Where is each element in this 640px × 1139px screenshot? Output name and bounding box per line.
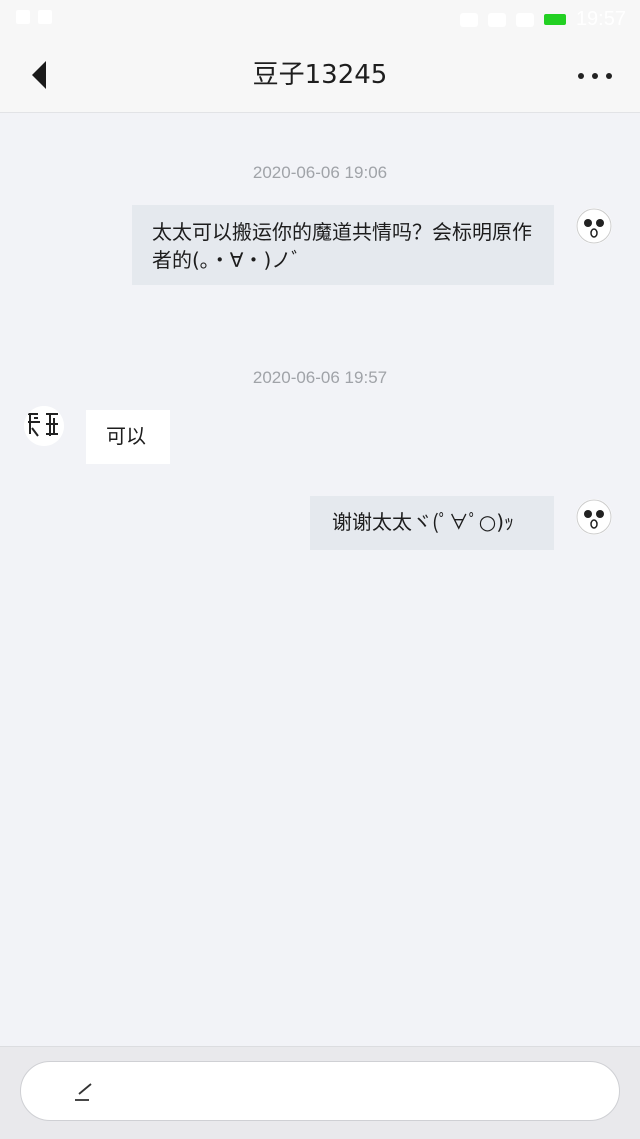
my-avatar[interactable] [576, 208, 612, 244]
page-title: 豆子13245 [252, 60, 388, 90]
notification-icon [16, 10, 30, 24]
more-dot [606, 73, 612, 79]
wifi-icon [487, 12, 506, 27]
chevron-left-icon [32, 61, 46, 89]
message-timestamp: 2020-06-06 19:57 [252, 368, 388, 387]
message-bubble-incoming[interactable]: 可以 [86, 410, 170, 464]
signal-icon [515, 12, 534, 27]
pen-icon [75, 1083, 92, 1101]
back-button[interactable] [24, 58, 58, 92]
status-time: 19:57 [575, 8, 626, 30]
battery-icon [543, 14, 566, 25]
more-dots-icon [578, 73, 584, 79]
message-bubble-outgoing[interactable]: 谢谢太太ヾ(ﾟ∀ﾟ○)ｯ [310, 496, 554, 550]
message-input[interactable] [20, 1061, 620, 1121]
more-button[interactable] [578, 66, 612, 86]
status-bar: 19:57 [0, 0, 640, 38]
more-dot [592, 73, 598, 79]
message-timestamp: 2020-06-06 19:06 [252, 163, 388, 182]
contact-avatar[interactable] [24, 406, 64, 446]
my-avatar[interactable] [576, 499, 612, 535]
calligraphy-avatar-icon [24, 406, 64, 446]
face-avatar-icon [576, 499, 612, 535]
message-list[interactable]: 2020-06-06 19:06 太太可以搬运你的魔道共情吗？会标明原作者的(｡… [0, 113, 640, 1045]
notification-icon [38, 10, 52, 24]
status-left-icons [16, 10, 52, 24]
alarm-icon [459, 12, 478, 27]
message-bubble-outgoing[interactable]: 太太可以搬运你的魔道共情吗？会标明原作者的(｡・∀・)ノﾞ [132, 205, 554, 285]
chat-header: 豆子13245 [0, 38, 640, 113]
status-right-icons: 19:57 [459, 8, 626, 31]
face-avatar-icon [576, 208, 612, 244]
message-composer [0, 1046, 640, 1139]
